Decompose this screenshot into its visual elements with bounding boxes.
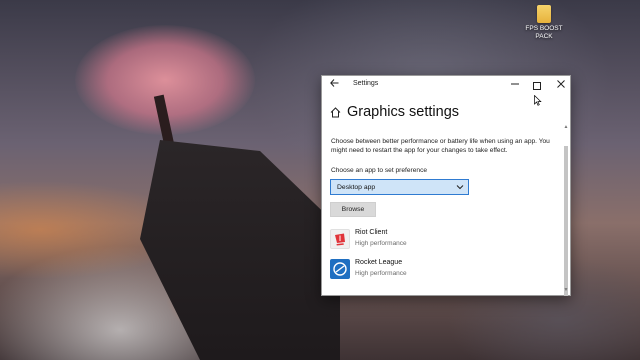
close-button[interactable] xyxy=(553,77,569,93)
rocket-league-icon xyxy=(330,259,350,279)
window-title: Settings xyxy=(353,80,379,87)
riot-client-icon xyxy=(330,229,350,249)
desktop-icon-fps-boost-pack[interactable]: FPS BOOST PACK xyxy=(523,5,565,41)
mouse-cursor-icon xyxy=(534,95,542,106)
scroll-up-arrow-icon[interactable]: ▲ xyxy=(563,124,569,130)
scroll-down-arrow-icon[interactable]: ▼ xyxy=(563,287,569,293)
cliff-rock xyxy=(140,140,340,360)
app-list-item-rocket-league[interactable]: Rocket League High performance xyxy=(330,258,530,282)
preference-label: Choose an app to set preference xyxy=(331,167,428,174)
browse-button[interactable]: Browse xyxy=(330,202,376,217)
back-button[interactable] xyxy=(327,78,341,92)
folder-icon xyxy=(537,5,551,23)
back-arrow-icon xyxy=(329,79,338,87)
close-icon xyxy=(557,80,565,88)
app-preference: High performance xyxy=(355,240,407,247)
app-name: Riot Client xyxy=(355,229,388,236)
minimize-button[interactable] xyxy=(507,77,523,93)
scroll-thumb[interactable] xyxy=(564,146,568,296)
page-description: Choose between better performance or bat… xyxy=(331,138,550,154)
title-bar[interactable]: Settings xyxy=(322,76,570,95)
app-type-dropdown[interactable]: Desktop app xyxy=(330,179,469,195)
chevron-down-icon xyxy=(456,185,464,190)
settings-window: Settings Graphics settings Choose betwee… xyxy=(321,75,571,296)
app-preference: High performance xyxy=(355,270,407,277)
maximize-icon xyxy=(533,81,541,90)
scrollbar[interactable]: ▲ ▼ xyxy=(563,124,569,296)
home-icon xyxy=(330,107,341,118)
maximize-button[interactable] xyxy=(529,77,545,93)
desktop-icon-label: FPS BOOST PACK xyxy=(525,25,563,40)
app-list-item-riot-client[interactable]: Riot Client High performance xyxy=(330,228,530,252)
page-title: Graphics settings xyxy=(347,104,460,120)
minimize-icon xyxy=(511,83,519,85)
app-name: Rocket League xyxy=(355,259,403,266)
dropdown-selected-value: Desktop app xyxy=(337,184,376,191)
